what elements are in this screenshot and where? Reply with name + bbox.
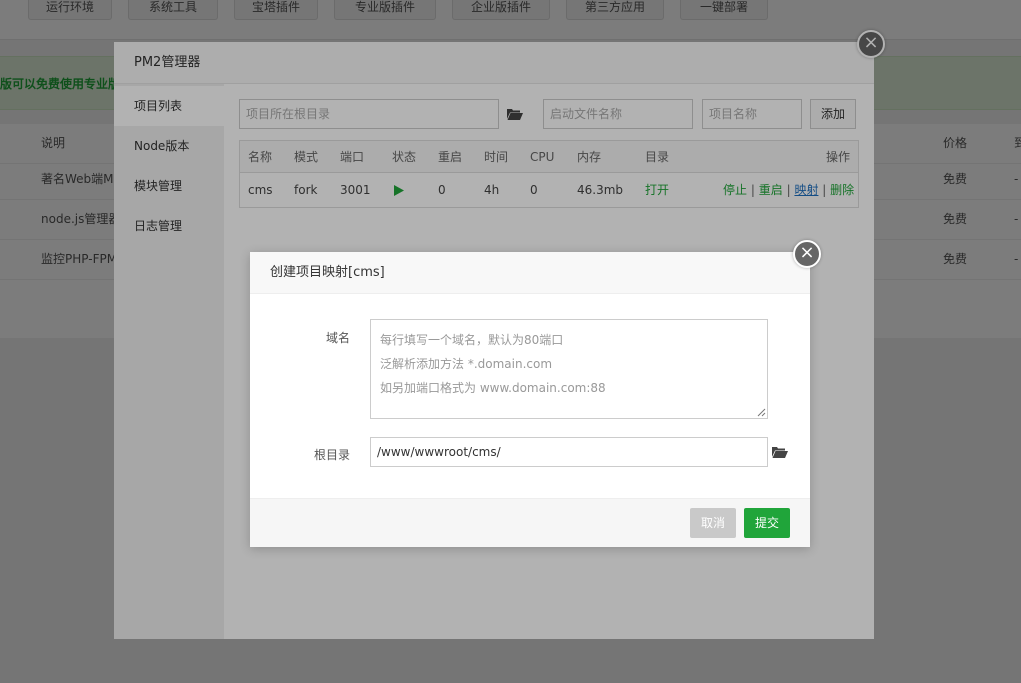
domain-label: 域名 xyxy=(325,331,350,345)
domain-textarea[interactable]: 每行填写一个域名，默认为80端口 泛解析添加方法 *.domain.com 如另… xyxy=(370,319,768,419)
close-icon[interactable]: × xyxy=(793,240,821,268)
folder-open-icon[interactable] xyxy=(772,446,788,458)
root-dir-label: 根目录 xyxy=(313,448,350,462)
dialog-title: 创建项目映射[cms] xyxy=(250,252,810,294)
domain-placeholder-line: 泛解析添加方法 *.domain.com xyxy=(380,357,553,371)
resize-handle-icon[interactable] xyxy=(757,408,766,417)
domain-placeholder-line: 每行填写一个域名，默认为80端口 xyxy=(380,333,564,347)
root-dir-input[interactable]: /www/wwwroot/cms/ xyxy=(370,437,768,467)
domain-placeholder-line: 如另加端口格式为 www.domain.com:88 xyxy=(380,381,606,395)
create-mapping-dialog: 创建项目映射[cms] 域名 每行填写一个域名，默认为80端口 泛解析添加方法 … xyxy=(250,252,810,547)
cancel-button[interactable]: 取消 xyxy=(690,508,736,538)
dialog-footer: 取消 提交 xyxy=(250,498,810,547)
submit-button[interactable]: 提交 xyxy=(744,508,790,538)
